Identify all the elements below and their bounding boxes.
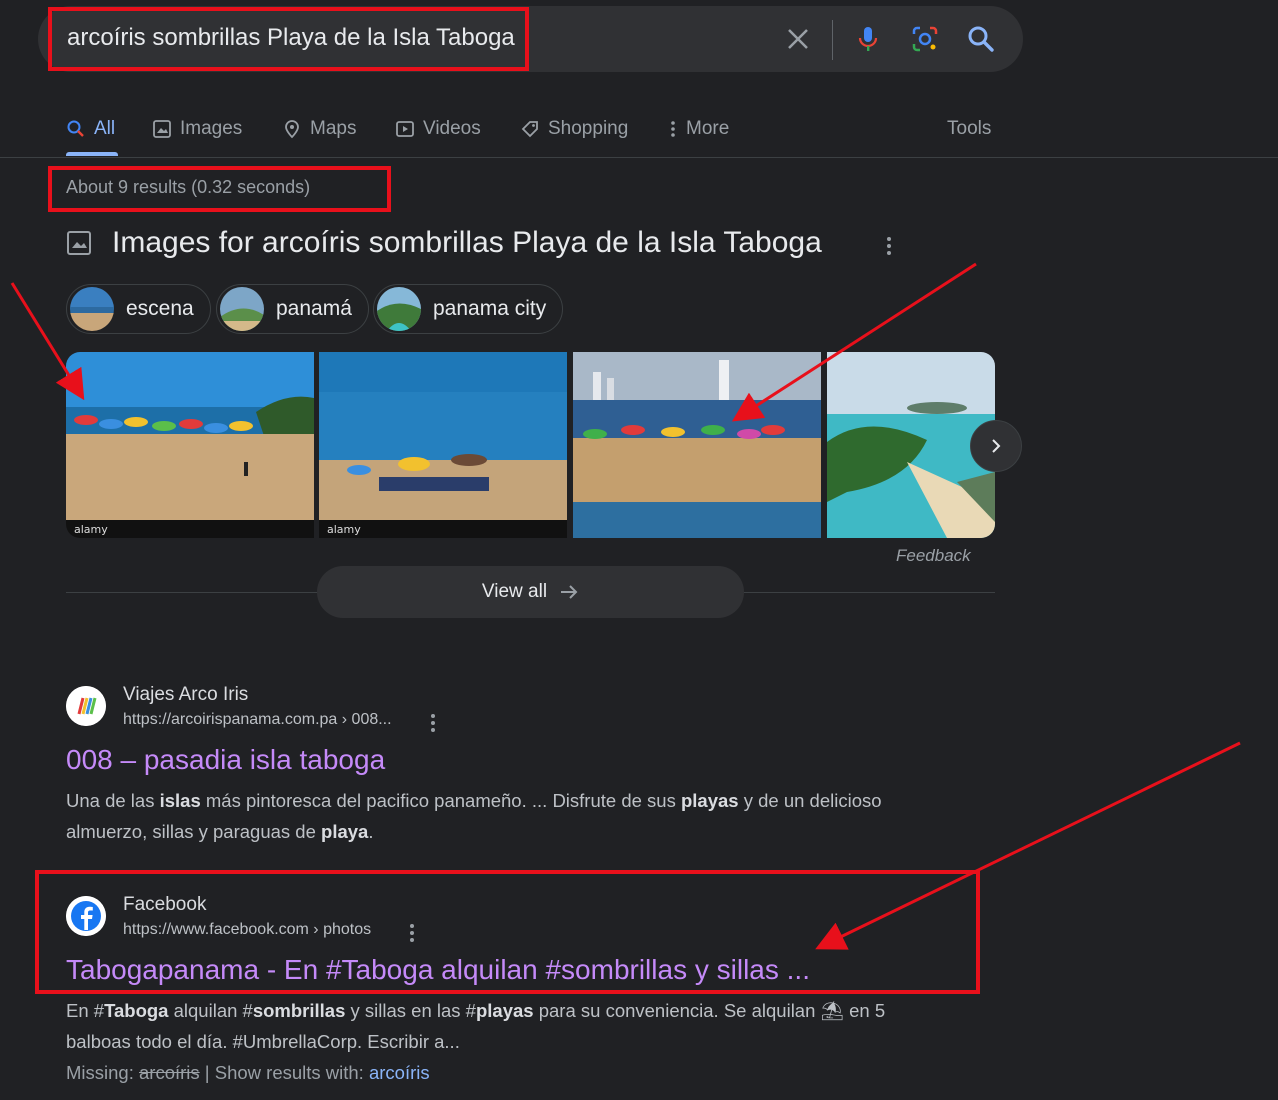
annotation-arrow [731,262,977,422]
annotation-arrow [815,741,1241,950]
annotation-arrows [10,262,1241,950]
annotation-arrow [10,282,85,401]
